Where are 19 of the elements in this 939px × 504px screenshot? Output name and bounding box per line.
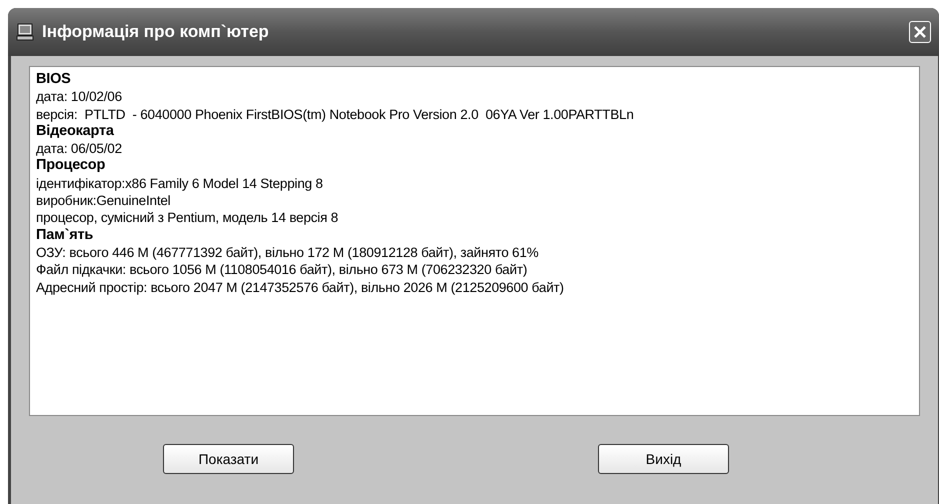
info-line: ідентифікатор:x86 Family 6 Model 14 Stepping 8 [36, 174, 323, 192]
info-line: дата: 06/05/02 [36, 140, 122, 158]
close-button[interactable] [909, 21, 931, 43]
info-line: виробник:GenuineIntel [36, 192, 170, 210]
info-line: Файл підкачки: всього 1056 М (1108054016 байт), вільно 673 М (706232320 байт) [36, 261, 528, 279]
close-icon [913, 25, 927, 39]
window-title: Інформація про комп`ютер [42, 21, 269, 44]
section-heading: Пам`ять [36, 226, 94, 244]
section-heading: Процесор [36, 157, 106, 175]
info-line: версія: PTLTD - 6040000 Phoenix FirstBIOS(tm) Notebook Pro Version 2.0 06YA Ver 1.00PARTTBLn [36, 106, 634, 123]
info-line: дата: 10/02/06 [36, 88, 122, 106]
computer-icon [16, 23, 34, 41]
section-heading: Відеокарта [36, 122, 114, 140]
section-heading: BIOS [36, 71, 71, 88]
info-line: Адресний простір: всього 2047 М (2147352576 байт), вільно 2026 М (2125209600 байт) [36, 278, 564, 296]
show-button[interactable]: Показати [163, 444, 294, 474]
exit-button[interactable]: Вихід [598, 444, 729, 474]
info-line: ОЗУ: всього 446 М (467771392 байт), вільно 172 М (180912128 байт), зайнято 61% [36, 244, 538, 262]
info-line: процесор, сумісний з Pentium, модель 14 версія 8 [36, 209, 338, 227]
